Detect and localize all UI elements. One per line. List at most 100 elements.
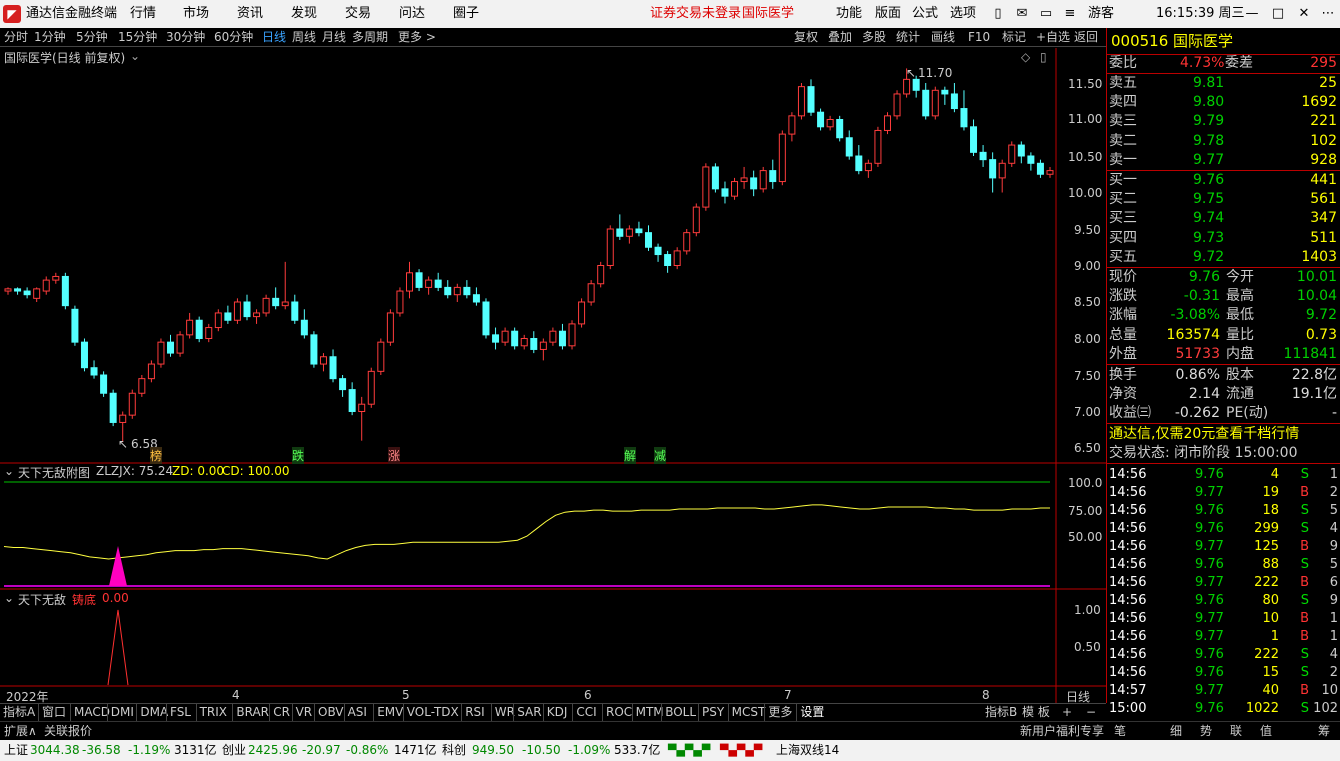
menu-xuanxiang[interactable]: 选项 xyxy=(950,0,976,28)
indicator-tab[interactable]: 设置 xyxy=(796,704,824,721)
indicator-tab[interactable]: 窗口 xyxy=(38,704,66,721)
menu-gongshi[interactable]: 公式 xyxy=(912,0,938,28)
btn-duogu[interactable]: 多股 xyxy=(862,28,886,46)
btn-fanhui[interactable]: 返回 xyxy=(1074,28,1098,46)
indicator-tab[interactable]: MACD xyxy=(70,704,110,721)
bids-row[interactable]: 买二 9.75 561 xyxy=(1107,190,1340,208)
indicator-tab[interactable]: CR xyxy=(269,704,290,721)
indicator-tab[interactable]: VR xyxy=(291,704,312,721)
promo-text[interactable]: 通达信,仅需20元查看千档行情 xyxy=(1109,425,1299,443)
btn-tongji[interactable]: 统计 xyxy=(896,28,920,46)
related-quote-tab[interactable]: 关联报价 xyxy=(44,722,92,740)
indicator-tab[interactable]: OBV xyxy=(314,704,344,721)
menu-quanzi[interactable]: 圈子 xyxy=(453,0,479,28)
login-notice[interactable]: 证券交易未登录 xyxy=(650,0,741,28)
promo-row[interactable]: 通达信,仅需20元查看千档行情 xyxy=(1107,425,1340,443)
btn-zixuan[interactable]: +自选 xyxy=(1036,28,1070,46)
period-daily[interactable]: 日线 xyxy=(262,28,286,46)
period-monthly[interactable]: 月线 xyxy=(322,28,346,46)
pen-icon[interactable]: 笔 xyxy=(1114,722,1126,740)
indicator-tab[interactable]: ROC xyxy=(602,704,632,721)
kline-svg[interactable] xyxy=(0,48,1106,703)
asks-row[interactable]: 卖五 9.81 25 xyxy=(1107,74,1340,92)
period-fenshi[interactable]: 分时 xyxy=(4,28,28,46)
link-icon[interactable]: 联 xyxy=(1230,722,1242,740)
indicator-tab[interactable]: PSY xyxy=(698,704,724,721)
indicator-a-button[interactable]: 指标A xyxy=(3,704,35,721)
menu-jiaoyi[interactable]: 交易 xyxy=(345,0,371,28)
chart-dropdown-icon[interactable]: ⌄ xyxy=(130,49,140,63)
bids-row[interactable]: 买三 9.74 347 xyxy=(1107,209,1340,227)
indicator-tab[interactable]: ASI xyxy=(343,704,367,721)
mark-die[interactable]: 跌 xyxy=(292,447,305,464)
menu-icon[interactable]: ≡ xyxy=(1058,0,1082,28)
indicator-tab[interactable]: SAR xyxy=(513,704,542,721)
expand-button[interactable]: 扩展∧ xyxy=(4,722,37,740)
sh-name[interactable]: 上证 xyxy=(4,740,28,761)
indicator-tab[interactable]: WR xyxy=(490,704,515,721)
menu-faxian[interactable]: 发现 xyxy=(291,0,317,28)
menu-gongneng[interactable]: 功能 xyxy=(836,0,862,28)
chart-window-icon[interactable]: ▯ xyxy=(1040,50,1047,64)
period-more[interactable]: 更多 > xyxy=(398,28,436,46)
indicator-tab[interactable]: BOLL xyxy=(661,704,696,721)
period-multi[interactable]: 多周期 xyxy=(352,28,388,46)
period-60min[interactable]: 60分钟 xyxy=(214,28,253,46)
indicator-tab[interactable]: TRIX xyxy=(195,704,227,721)
menu-wenda[interactable]: 问达 xyxy=(399,0,425,28)
indicator-b-button[interactable]: 指标B xyxy=(985,704,1017,721)
indicator-tab[interactable]: DMI xyxy=(106,704,134,721)
minimize-icon[interactable]: — xyxy=(1240,0,1264,28)
maximize-icon[interactable]: □ xyxy=(1266,0,1290,28)
indicator-tab[interactable]: MCST xyxy=(727,704,765,721)
indicator-tab[interactable]: RSI xyxy=(461,704,485,721)
period-1min[interactable]: 1分钟 xyxy=(34,28,66,46)
zoom-in-icon[interactable]: + xyxy=(1062,704,1072,721)
asks-row[interactable]: 卖三 9.79 221 xyxy=(1107,112,1340,130)
period-15min[interactable]: 15分钟 xyxy=(118,28,157,46)
stock-notice[interactable]: 国际医学 xyxy=(742,0,794,28)
cy-name[interactable]: 创业 xyxy=(222,740,246,761)
detail-icon[interactable]: 细 xyxy=(1170,722,1182,740)
indicator-tab[interactable]: 更多 xyxy=(764,704,792,721)
btn-biaoji[interactable]: 标记 xyxy=(1002,28,1026,46)
menu-banmian[interactable]: 版面 xyxy=(875,0,901,28)
mark-zhang[interactable]: 涨 xyxy=(388,447,401,464)
indicator-tab[interactable]: KDJ xyxy=(542,704,567,721)
mark-jie[interactable]: 解 xyxy=(624,447,637,464)
indicator-tab[interactable]: BRAR xyxy=(232,704,269,721)
value-icon[interactable]: 值 xyxy=(1260,722,1272,740)
mark-jian[interactable]: 减 xyxy=(654,447,667,464)
bids-row[interactable]: 买一 9.76 441 xyxy=(1107,171,1340,189)
btn-diejia[interactable]: 叠加 xyxy=(828,28,852,46)
mark-bang[interactable]: 榜 xyxy=(150,447,163,464)
indicator-tab[interactable]: DMA xyxy=(136,704,168,721)
trend-icon[interactable]: 势 xyxy=(1200,722,1212,740)
period-30min[interactable]: 30分钟 xyxy=(166,28,205,46)
asks-row[interactable]: 卖一 9.77 928 xyxy=(1107,151,1340,169)
chart-settings-icon[interactable]: ◇ xyxy=(1021,50,1030,64)
ind1-dropdown-icon[interactable]: ⌄ xyxy=(4,464,14,478)
chips-icon[interactable]: 筹 xyxy=(1318,722,1330,740)
indicator-tab[interactable]: CCI xyxy=(572,704,597,721)
bids-row[interactable]: 买四 9.73 511 xyxy=(1107,229,1340,247)
chart-area[interactable]: 国际医学(日线 前复权) ⌄ ◇ ▯ 11.50 11.00 10.50 10.… xyxy=(0,48,1106,704)
btn-fuquan[interactable]: 复权 xyxy=(794,28,818,46)
period-weekly[interactable]: 周线 xyxy=(292,28,316,46)
indicator-tab[interactable]: EMV xyxy=(373,704,403,721)
skin-icon[interactable]: ▯ xyxy=(986,0,1010,28)
close-icon[interactable]: ✕ xyxy=(1292,0,1316,28)
asks-row[interactable]: 卖二 9.78 102 xyxy=(1107,132,1340,150)
asks-row[interactable]: 卖四 9.80 1692 xyxy=(1107,93,1340,111)
indicator-tab[interactable]: MTM xyxy=(631,704,664,721)
menu-hangqing[interactable]: 行情 xyxy=(130,0,156,28)
template-button[interactable]: 模 板 xyxy=(1022,704,1050,721)
period-5min[interactable]: 5分钟 xyxy=(76,28,108,46)
more-icon[interactable]: ⋯ xyxy=(1316,0,1340,28)
btn-f10[interactable]: F10 xyxy=(968,28,990,46)
new-user-promo[interactable]: 新用户福利专享 xyxy=(1020,722,1104,740)
btn-huaxian[interactable]: 画线 xyxy=(931,28,955,46)
bids-row[interactable]: 买五 9.72 1403 xyxy=(1107,248,1340,266)
ind2-dropdown-icon[interactable]: ⌄ xyxy=(4,591,14,605)
window-icon[interactable]: ▭ xyxy=(1034,0,1058,28)
